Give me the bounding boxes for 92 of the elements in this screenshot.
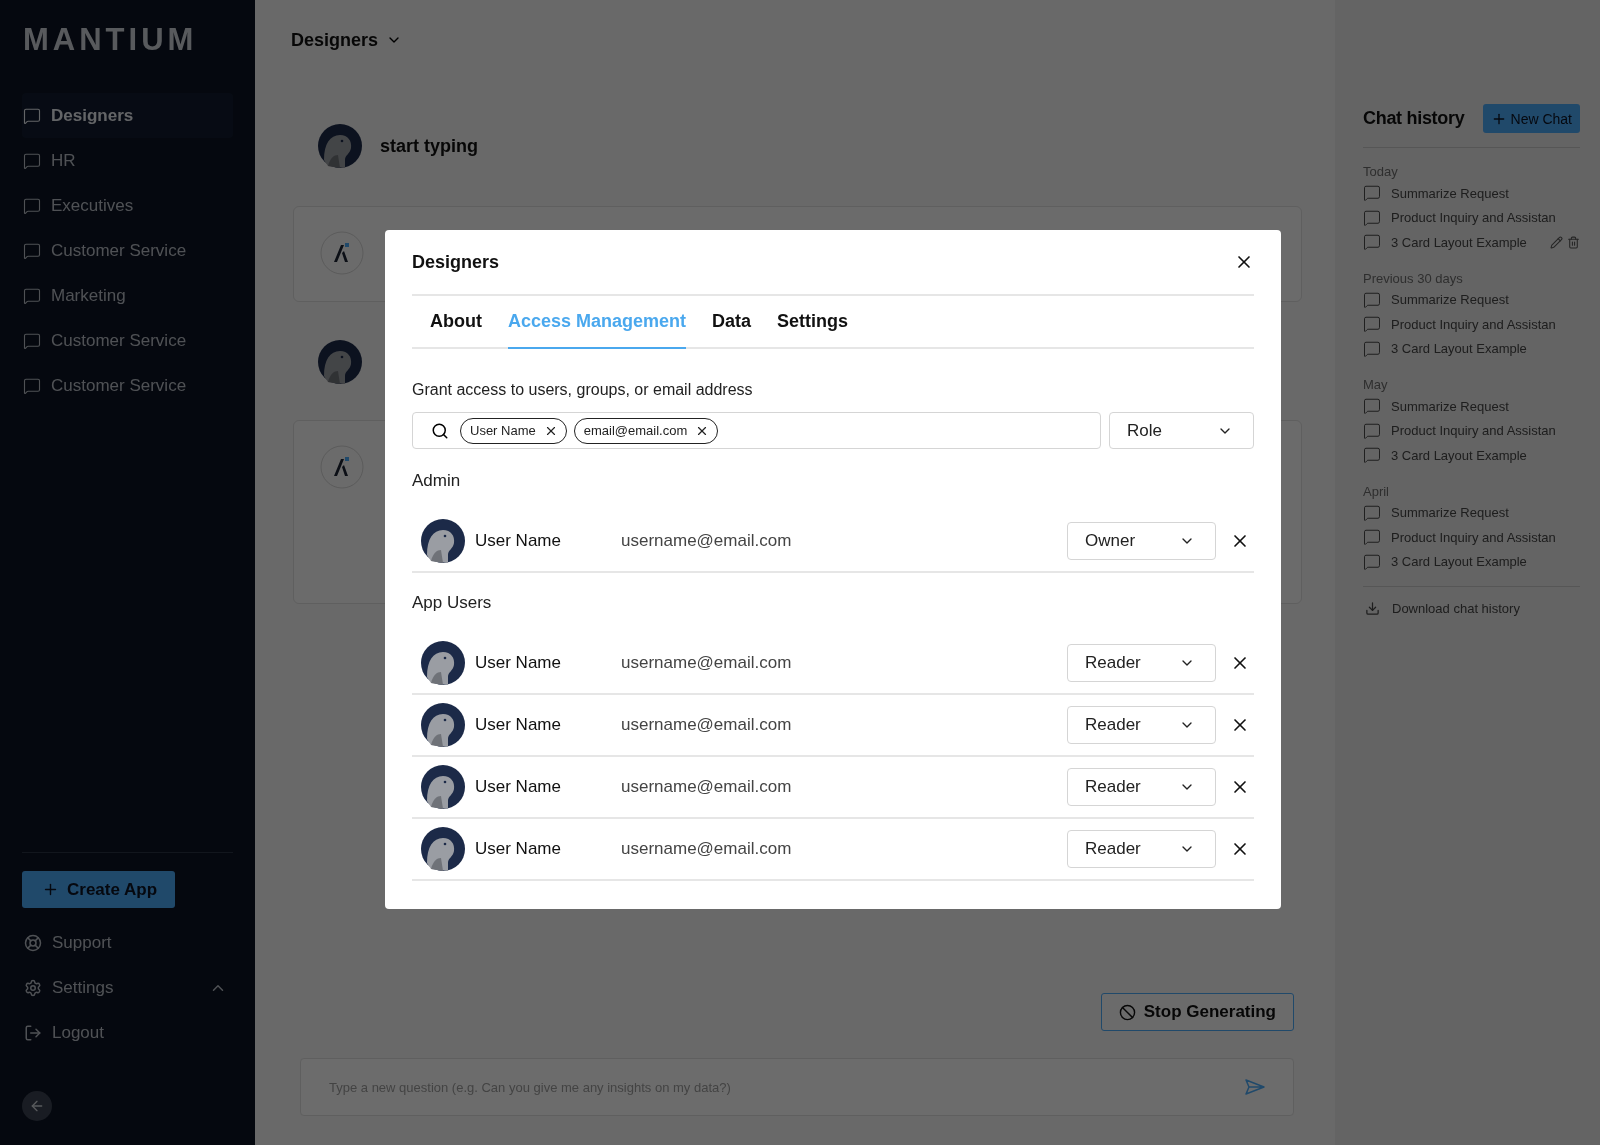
history-item[interactable]: 3 Card Layout Example: [1363, 336, 1580, 361]
member-name: User Name: [475, 715, 562, 735]
chat-icon: [23, 376, 41, 395]
history-item[interactable]: Product Inquiry and Assistan: [1363, 205, 1580, 230]
chat-icon: [1363, 397, 1381, 416]
chat-icon: [23, 331, 41, 350]
history-item[interactable]: 3 Card Layout Example: [1363, 443, 1580, 468]
create-app-button[interactable]: Create App: [22, 871, 175, 908]
role-select[interactable]: Role: [1109, 412, 1254, 449]
chat-icon: [23, 106, 41, 125]
logo-avatar-icon: [320, 445, 364, 489]
settings-icon: [24, 978, 42, 997]
member-email: username@email.com: [621, 777, 793, 797]
tab[interactable]: Access Management: [508, 296, 687, 349]
sidebar-item[interactable]: Designers: [22, 93, 233, 138]
download-icon: [1365, 601, 1380, 616]
avatar-icon: [421, 519, 465, 563]
chat-icon: [1363, 233, 1381, 252]
history-item[interactable]: Summarize Request: [1363, 500, 1580, 525]
chat-icon: [1363, 290, 1381, 309]
chat-icon: [23, 151, 41, 170]
history-item[interactable]: 3 Card Layout Example: [1363, 549, 1580, 574]
member-name: User Name: [475, 839, 562, 859]
new-chat-button[interactable]: New Chat: [1482, 104, 1580, 133]
chat-icon: [1363, 208, 1381, 227]
logo-avatar-icon: [320, 231, 364, 275]
member-name: User Name: [475, 777, 562, 797]
app-logo: MANTIUM: [22, 21, 199, 59]
member-email: username@email.com: [621, 653, 793, 673]
logout-icon: [24, 1023, 42, 1042]
history-item[interactable]: Summarize Request: [1363, 287, 1580, 312]
avatar-icon: [421, 827, 465, 871]
chat-icon: [1363, 446, 1381, 465]
download-history-link[interactable]: Download chat history: [1363, 601, 1580, 616]
tab[interactable]: About: [430, 296, 482, 349]
sidebar-item[interactable]: Customer Service: [22, 318, 233, 363]
history-item[interactable]: 3 Card Layout Example: [1363, 230, 1580, 255]
delete-icon[interactable]: [1567, 235, 1580, 249]
role-select[interactable]: Reader: [1067, 830, 1216, 868]
role-select[interactable]: Owner: [1067, 522, 1216, 560]
plus-icon: [42, 881, 59, 898]
chat-icon: [1363, 184, 1381, 203]
sidebar-footer-item[interactable]: Logout: [22, 1010, 233, 1055]
chat-history-title: Chat history: [1363, 108, 1465, 129]
search-field[interactable]: User Name email@email.com: [412, 412, 1101, 449]
workspace-title: Designers: [291, 29, 379, 51]
avatar-icon: [421, 703, 465, 747]
stop-generating-button[interactable]: Stop Generating: [1100, 993, 1294, 1031]
avatar-icon: [421, 641, 465, 685]
chat-icon: [1363, 552, 1381, 571]
sidebar-item[interactable]: Executives: [22, 183, 233, 228]
member-name: User Name: [475, 653, 562, 673]
member-email: username@email.com: [621, 531, 793, 551]
sidebar-item[interactable]: HR: [22, 138, 233, 183]
role-select[interactable]: Reader: [1067, 644, 1216, 682]
chat-icon: [23, 196, 41, 215]
edit-icon[interactable]: [1550, 235, 1563, 249]
grant-access-label: Grant access to users, groups, or email address: [412, 381, 754, 399]
chat-icon: [23, 286, 41, 305]
support-icon: [24, 933, 42, 952]
history-item[interactable]: Product Inquiry and Assistan: [1363, 418, 1580, 443]
role-select[interactable]: Reader: [1067, 706, 1216, 744]
member-email: username@email.com: [621, 839, 793, 859]
chat-icon: [23, 241, 41, 260]
avatar-icon: [318, 124, 362, 168]
user-message: start typing: [380, 135, 478, 157]
sidebar-item[interactable]: Customer Service: [22, 363, 233, 408]
stop-icon: [1118, 1003, 1136, 1021]
role-select[interactable]: Reader: [1067, 768, 1216, 806]
tab[interactable]: Settings: [777, 296, 849, 349]
dialog-title: Designers: [412, 251, 500, 273]
member-email: username@email.com: [621, 715, 793, 735]
chat-icon: [1363, 339, 1381, 358]
chat-icon: [1363, 315, 1381, 334]
section-title: App Users: [412, 593, 493, 613]
search-icon: [431, 421, 449, 440]
section-title: Admin: [412, 471, 462, 491]
sidebar-item[interactable]: Customer Service: [22, 228, 233, 273]
sidebar-item[interactable]: Marketing: [22, 273, 233, 318]
history-item[interactable]: Summarize Request: [1363, 181, 1580, 206]
tab[interactable]: Data: [712, 296, 752, 349]
history-item[interactable]: Product Inquiry and Assistan: [1363, 525, 1580, 550]
chat-icon: [1363, 421, 1381, 440]
avatar-icon: [421, 765, 465, 809]
chat-icon: [1363, 503, 1381, 522]
history-item[interactable]: Product Inquiry and Assistan: [1363, 312, 1580, 337]
sidebar-footer-item[interactable]: Support: [22, 920, 233, 965]
sidebar-footer-item[interactable]: Settings: [22, 965, 233, 1010]
member-name: User Name: [475, 531, 562, 551]
chat-icon: [1363, 528, 1381, 547]
avatar-icon: [318, 340, 362, 384]
history-item[interactable]: Summarize Request: [1363, 394, 1580, 419]
